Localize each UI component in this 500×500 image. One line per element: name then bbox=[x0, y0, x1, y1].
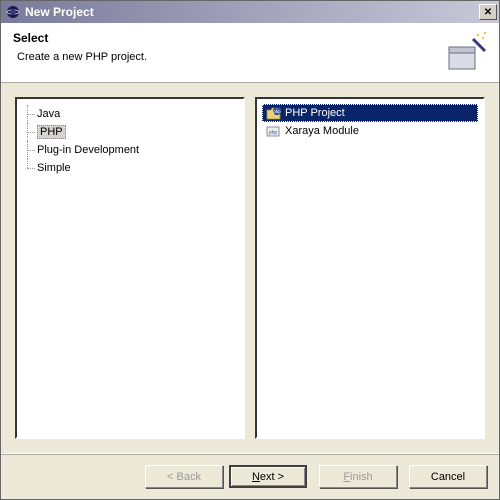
tree-item-label: Plug-in Development bbox=[37, 144, 139, 156]
php-project-icon: php bbox=[265, 106, 281, 120]
svg-text:php: php bbox=[273, 109, 281, 114]
list-item-label: PHP Project bbox=[285, 105, 345, 121]
button-label: Finish bbox=[343, 471, 372, 483]
banner: Select Create a new PHP project. bbox=[1, 23, 499, 83]
window-title: New Project bbox=[25, 5, 479, 19]
tree-item-label: Simple bbox=[37, 162, 71, 174]
content-area: Java PHP Plug-in Development Simple php … bbox=[1, 83, 499, 453]
button-bar: < Back Next > Finish Cancel bbox=[1, 453, 499, 499]
category-tree-panel[interactable]: Java PHP Plug-in Development Simple bbox=[15, 97, 245, 439]
list-item-label: Xaraya Module bbox=[285, 123, 359, 139]
new-project-wizard-icon bbox=[443, 31, 487, 75]
cancel-button[interactable]: Cancel bbox=[409, 465, 487, 488]
list-item-php-project[interactable]: php PHP Project bbox=[262, 104, 478, 122]
tree-item-java[interactable]: Java bbox=[23, 105, 237, 123]
close-button[interactable]: ✕ bbox=[479, 4, 497, 20]
list-item-xaraya-module[interactable]: php Xaraya Module bbox=[262, 122, 478, 140]
button-label: Cancel bbox=[431, 471, 465, 483]
titlebar[interactable]: New Project ✕ bbox=[1, 1, 499, 23]
tree-item-php[interactable]: PHP bbox=[23, 123, 237, 141]
tree-item-label: Java bbox=[37, 108, 60, 120]
tree-item-simple[interactable]: Simple bbox=[23, 159, 237, 177]
banner-title: Select bbox=[13, 31, 443, 45]
back-button: < Back bbox=[145, 465, 223, 488]
eclipse-icon bbox=[5, 4, 21, 20]
banner-text: Select Create a new PHP project. bbox=[13, 31, 443, 63]
wizard-list: php PHP Project php Xaraya Module bbox=[259, 101, 481, 143]
svg-text:php: php bbox=[268, 130, 277, 136]
new-project-dialog: New Project ✕ Select Create a new PHP pr… bbox=[0, 0, 500, 500]
banner-description: Create a new PHP project. bbox=[17, 51, 443, 63]
tree-item-label: PHP bbox=[37, 125, 66, 139]
wizard-list-panel[interactable]: php PHP Project php Xaraya Module bbox=[255, 97, 485, 439]
category-tree: Java PHP Plug-in Development Simple bbox=[19, 101, 241, 181]
finish-button: Finish bbox=[319, 465, 397, 488]
button-label: Next > bbox=[252, 471, 284, 483]
next-button[interactable]: Next > bbox=[229, 465, 307, 488]
button-label: < Back bbox=[167, 471, 201, 483]
xaraya-module-icon: php bbox=[265, 124, 281, 138]
tree-item-plugin-dev[interactable]: Plug-in Development bbox=[23, 141, 237, 159]
close-icon: ✕ bbox=[484, 7, 492, 18]
